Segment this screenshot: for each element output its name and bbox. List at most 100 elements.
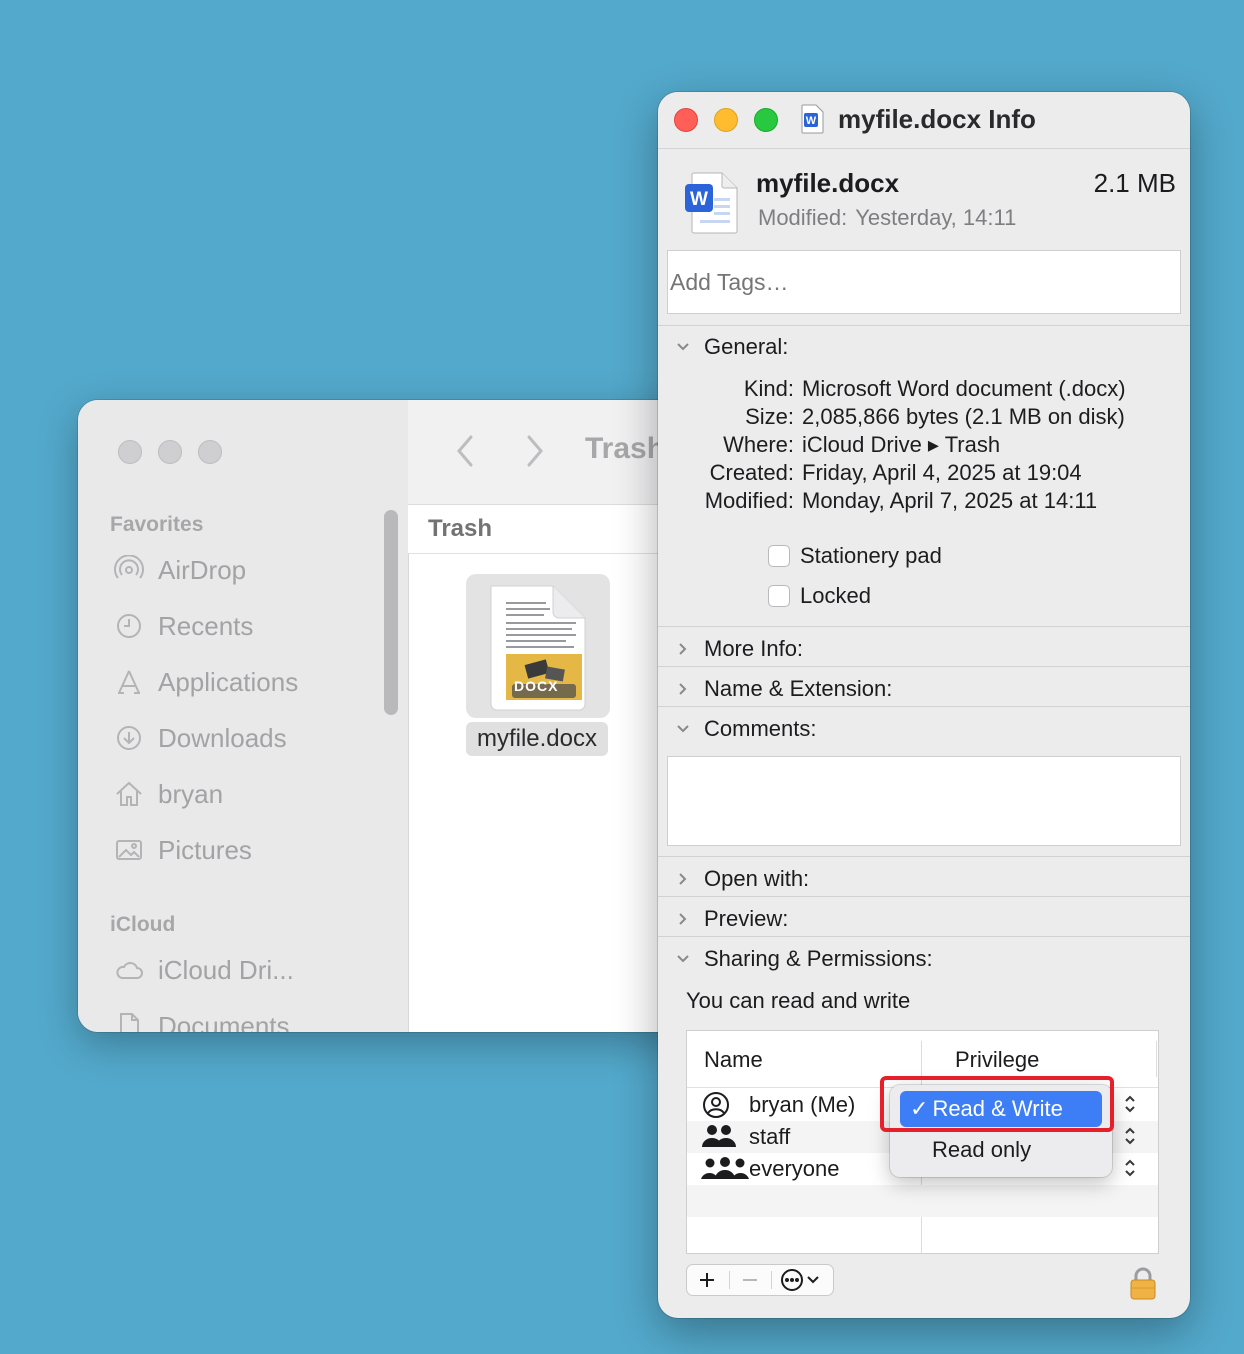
- word-doc-icon: W: [685, 172, 738, 234]
- sidebar-item-label: AirDrop: [158, 554, 247, 585]
- sidebar-item-downloads[interactable]: Downloads: [114, 718, 287, 758]
- home-icon: [116, 781, 142, 806]
- divider: [658, 666, 1190, 667]
- section-name-extension-toggle[interactable]: Name & Extension:: [676, 674, 892, 704]
- checkbox-box[interactable]: [768, 585, 790, 607]
- airdrop-icon: [114, 555, 144, 579]
- docx-file-icon: [490, 585, 586, 711]
- sidebar-item-label: Downloads: [158, 722, 287, 753]
- general-row-where: Where: iCloud Drive ▸ Trash: [658, 432, 1190, 460]
- row-value: Microsoft Word document (.docx): [802, 376, 1126, 401]
- clock-icon: [117, 614, 141, 638]
- column-header-privilege[interactable]: Privilege: [955, 1047, 1039, 1073]
- divider: [658, 325, 1190, 326]
- modified-value: Yesterday, 14:11: [855, 205, 1017, 230]
- checkbox-label: Locked: [800, 583, 871, 608]
- forward-arrow-icon[interactable]: [524, 434, 546, 468]
- section-more-info-toggle[interactable]: More Info:: [676, 634, 803, 664]
- row-key: Where:: [723, 432, 794, 457]
- zoom-button[interactable]: [754, 108, 778, 132]
- section-label: Name & Extension:: [704, 676, 893, 701]
- close-button[interactable]: [118, 440, 142, 464]
- cloud-icon: [116, 962, 143, 979]
- section-general-label: General:: [704, 334, 789, 359]
- action-menu-button[interactable]: [773, 1265, 833, 1295]
- sidebar-item-label: iCloud Dri...: [158, 954, 294, 985]
- row-key: Created:: [709, 460, 794, 485]
- row-key: Kind:: [743, 376, 794, 401]
- sidebar-item-label: Recents: [158, 610, 254, 641]
- sidebar-item-label: bryan: [158, 778, 224, 809]
- section-general-toggle[interactable]: General:: [676, 332, 788, 362]
- info-window-controls: [674, 108, 778, 132]
- finder-column-header: Trash: [408, 505, 698, 554]
- finder-window-controls: [118, 440, 222, 464]
- divider: [658, 706, 1190, 707]
- chevron-right-icon: [679, 643, 687, 655]
- sidebar-scrollbar[interactable]: [384, 510, 398, 715]
- general-row-modified: Modified: Monday, April 7, 2025 at 14:11: [658, 488, 1190, 516]
- finder-sidebar: Favorites AirDrop Recents Applications D…: [78, 400, 409, 1032]
- chevron-right-icon: [679, 873, 687, 885]
- zoom-button[interactable]: [198, 440, 222, 464]
- sidebar-item-recents[interactable]: Recents: [114, 606, 253, 646]
- info-modified: Modified: Yesterday, 14:11: [758, 205, 1016, 231]
- word-doc-icon: W: [801, 104, 824, 134]
- modified-label: Modified:: [758, 205, 848, 230]
- pictures-icon: [116, 840, 142, 860]
- tags-input[interactable]: [667, 250, 1181, 314]
- section-sharing-toggle[interactable]: Sharing & Permissions:: [676, 944, 933, 974]
- stationery-pad-checkbox[interactable]: Stationery pad: [768, 541, 942, 571]
- finder-toolbar: Trash: [408, 400, 698, 505]
- privilege-option-read-only[interactable]: Read only: [932, 1137, 1031, 1163]
- divider: [658, 856, 1190, 857]
- column-header-label: Trash: [428, 515, 493, 542]
- user-icon: [703, 1092, 729, 1118]
- section-comments-toggle[interactable]: Comments:: [676, 714, 816, 744]
- section-open-with-toggle[interactable]: Open with:: [676, 864, 809, 894]
- add-user-button[interactable]: [687, 1265, 727, 1295]
- minus-icon: [743, 1279, 757, 1281]
- column-header-name[interactable]: Name: [704, 1047, 763, 1073]
- remove-user-button[interactable]: [731, 1265, 769, 1295]
- section-label: Sharing & Permissions:: [704, 946, 933, 971]
- lock-icon[interactable]: [1128, 1266, 1158, 1300]
- back-arrow-icon[interactable]: [454, 434, 476, 468]
- info-file-name: myfile.docx: [756, 168, 900, 198]
- close-button[interactable]: [674, 108, 698, 132]
- table-row-empty: [687, 1185, 1158, 1217]
- finder-path-title: Trash: [585, 432, 666, 465]
- permissions-button-group: [686, 1264, 834, 1296]
- general-row-kind: Kind: Microsoft Word document (.docx): [658, 376, 1190, 404]
- info-file-size: 2.1 MB: [1093, 168, 1176, 198]
- updown-chevron-icon[interactable]: [1124, 1126, 1136, 1146]
- row-user-name: everyone: [749, 1156, 840, 1181]
- column-separator: [1156, 1041, 1157, 1077]
- finder-window: Favorites AirDrop Recents Applications D…: [78, 400, 698, 1032]
- icloud-heading: iCloud: [110, 913, 176, 936]
- favorites-heading: Favorites: [110, 513, 204, 536]
- sidebar-item-airdrop[interactable]: AirDrop: [114, 550, 246, 590]
- section-preview-toggle[interactable]: Preview:: [676, 904, 788, 934]
- file-item-label[interactable]: myfile.docx: [466, 722, 608, 756]
- sidebar-item-pictures[interactable]: Pictures: [114, 830, 252, 870]
- sidebar-item-bryan[interactable]: bryan: [114, 774, 223, 814]
- row-key: Size:: [745, 404, 794, 429]
- row-value: iCloud Drive ▸ Trash: [802, 432, 1001, 457]
- ellipsis-circle-icon: [781, 1269, 819, 1291]
- checkbox-box[interactable]: [768, 545, 790, 567]
- minimize-button[interactable]: [158, 440, 182, 464]
- section-label: Comments:: [704, 716, 817, 741]
- comments-textarea[interactable]: [667, 756, 1181, 846]
- sidebar-item-applications[interactable]: Applications: [114, 662, 298, 702]
- updown-chevron-icon[interactable]: [1124, 1158, 1136, 1178]
- row-user-name: bryan (Me): [749, 1092, 856, 1117]
- everyone-icon: [701, 1157, 749, 1179]
- chevron-down-icon: [677, 955, 689, 963]
- minimize-button[interactable]: [714, 108, 738, 132]
- sidebar-item-documents[interactable]: Documents: [114, 1006, 290, 1032]
- sidebar-item-icloud-drive[interactable]: iCloud Dri...: [114, 950, 294, 990]
- locked-checkbox[interactable]: Locked: [768, 581, 871, 611]
- file-item-myfile[interactable]: DOCX: [466, 574, 610, 718]
- updown-chevron-icon[interactable]: [1124, 1094, 1136, 1114]
